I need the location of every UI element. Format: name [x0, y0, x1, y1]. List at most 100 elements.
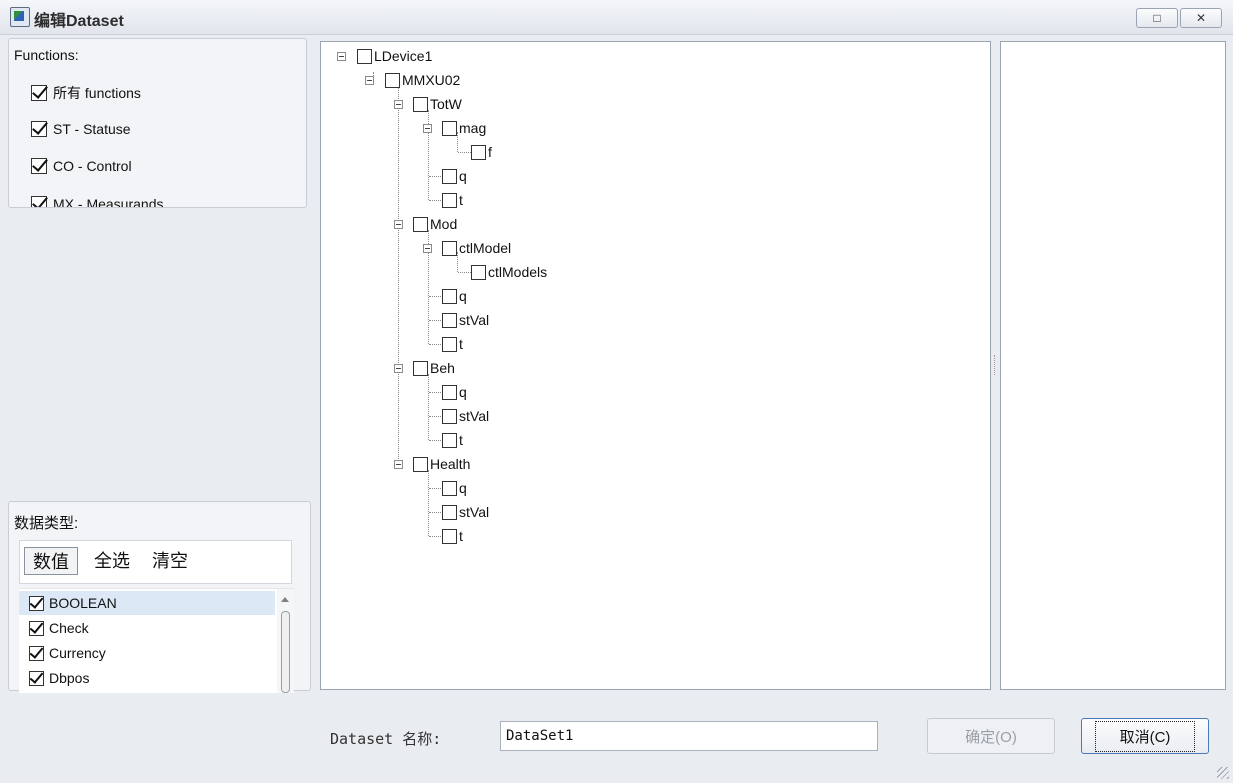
- functions-title: Functions:: [14, 47, 79, 63]
- function-mx-checkbox[interactable]: MX - Measurands: [31, 196, 164, 208]
- selected-items-panel[interactable]: [1000, 41, 1226, 690]
- checkbox-icon[interactable]: [442, 408, 457, 424]
- checkbox-icon[interactable]: [29, 670, 44, 686]
- dataset-name-input[interactable]: DataSet1: [500, 721, 878, 751]
- checkbox-icon[interactable]: [442, 384, 457, 400]
- tree-line: [429, 200, 441, 201]
- node-label: TotW: [430, 96, 462, 112]
- tree-node-mmxu02[interactable]: MMXU02: [385, 71, 460, 89]
- tree-node-ctlmodels[interactable]: ctlModels: [471, 263, 547, 281]
- scroll-thumb[interactable]: [281, 611, 290, 693]
- collapse-icon[interactable]: [423, 244, 432, 253]
- node-label: t: [459, 192, 463, 208]
- checkbox-icon[interactable]: [471, 144, 486, 160]
- tree-node-t[interactable]: t: [442, 431, 463, 449]
- tree-node-q[interactable]: q: [442, 479, 467, 497]
- checkbox-icon[interactable]: [31, 158, 47, 174]
- checkbox-icon[interactable]: [29, 645, 44, 661]
- tree-node-ctlmodel[interactable]: ctlModel: [442, 239, 511, 257]
- tree-node-beh[interactable]: Beh: [413, 359, 455, 377]
- splitter-handle[interactable]: [994, 355, 997, 375]
- list-item[interactable]: Check: [19, 616, 275, 640]
- tree-node-t[interactable]: t: [442, 335, 463, 353]
- close-button[interactable]: ✕: [1180, 8, 1222, 28]
- list-item[interactable]: Dbpos: [19, 666, 275, 690]
- tab-clear[interactable]: 清空: [148, 547, 192, 575]
- collapse-icon[interactable]: [365, 76, 374, 85]
- checkbox-icon[interactable]: [442, 192, 457, 208]
- collapse-icon[interactable]: [394, 220, 403, 229]
- tree-node-totw[interactable]: TotW: [413, 95, 462, 113]
- collapse-icon[interactable]: [394, 460, 403, 469]
- tree-node-t[interactable]: t: [442, 191, 463, 209]
- checkbox-icon[interactable]: [413, 360, 428, 376]
- checkbox-icon[interactable]: [442, 504, 457, 520]
- tree-line: [429, 440, 441, 441]
- function-st-checkbox[interactable]: ST - Statuse: [31, 121, 131, 137]
- scroll-up-arrow-icon[interactable]: [281, 597, 289, 602]
- collapse-icon[interactable]: [394, 100, 403, 109]
- checkbox-icon[interactable]: [29, 595, 44, 611]
- checkbox-icon[interactable]: [31, 85, 47, 101]
- tree-line: [429, 344, 441, 345]
- tab-select-all[interactable]: 全选: [90, 547, 134, 575]
- tree-node-mod[interactable]: Mod: [413, 215, 457, 233]
- list-item[interactable]: Currency: [19, 641, 275, 665]
- checkbox-icon[interactable]: [442, 480, 457, 496]
- tree-node-ldevice1[interactable]: LDevice1: [357, 47, 432, 65]
- node-label: t: [459, 432, 463, 448]
- item-label: BOOLEAN: [49, 595, 117, 611]
- list-item[interactable]: BOOLEAN: [19, 591, 275, 615]
- checkbox-icon[interactable]: [357, 48, 372, 64]
- checkbox-icon[interactable]: [413, 96, 428, 112]
- checkbox-icon[interactable]: [442, 288, 457, 304]
- tree-node-stval[interactable]: stVal: [442, 311, 489, 329]
- restore-button[interactable]: □: [1136, 8, 1178, 28]
- cancel-button[interactable]: 取消(C): [1081, 718, 1209, 754]
- checkbox-icon[interactable]: [29, 620, 44, 636]
- dataset-tree[interactable]: LDevice1 MMXU02 TotW mag f q t Mod ctlMo…: [320, 41, 991, 690]
- checkbox-icon[interactable]: [442, 432, 457, 448]
- tree-node-mag[interactable]: mag: [442, 119, 486, 137]
- tree-node-q[interactable]: q: [442, 167, 467, 185]
- node-label: MMXU02: [402, 72, 461, 88]
- checkbox-icon[interactable]: [385, 72, 400, 88]
- checkbox-icon[interactable]: [442, 528, 457, 544]
- tree-node-t[interactable]: t: [442, 527, 463, 545]
- ok-button[interactable]: 确定(O): [927, 718, 1055, 754]
- tree-node-stval[interactable]: stVal: [442, 407, 489, 425]
- checkbox-icon[interactable]: [31, 196, 47, 207]
- collapse-icon[interactable]: [337, 52, 346, 61]
- collapse-icon[interactable]: [423, 124, 432, 133]
- checkbox-icon[interactable]: [31, 121, 47, 137]
- datatypes-title: 数据类型:: [14, 515, 79, 532]
- checkbox-icon[interactable]: [442, 312, 457, 328]
- tree-node-f[interactable]: f: [471, 143, 492, 161]
- tree-node-q[interactable]: q: [442, 287, 467, 305]
- item-label: Dbpos: [49, 670, 90, 686]
- checkbox-icon[interactable]: [442, 336, 457, 352]
- node-label: Mod: [430, 216, 458, 232]
- datatype-list: BOOLEAN Check Currency Dbpos: [19, 588, 294, 693]
- dataset-name-label: Dataset 名称:: [330, 730, 442, 748]
- collapse-icon[interactable]: [394, 364, 403, 373]
- list-scrollbar[interactable]: [277, 589, 294, 693]
- checkbox-icon[interactable]: [442, 240, 457, 256]
- tree-node-health[interactable]: Health: [413, 455, 470, 473]
- checkbox-icon[interactable]: [442, 168, 457, 184]
- tree-node-q[interactable]: q: [442, 383, 467, 401]
- tree-node-stval[interactable]: stVal: [442, 503, 489, 521]
- tree-line: [429, 392, 441, 393]
- tree-line: [429, 416, 441, 417]
- node-label: stVal: [459, 312, 490, 328]
- checkbox-icon[interactable]: [413, 456, 428, 472]
- function-co-checkbox[interactable]: CO - Control: [31, 158, 132, 174]
- item-label: Currency: [49, 645, 106, 661]
- resize-grip-icon[interactable]: [1217, 767, 1229, 779]
- function-label: MX - Measurands: [53, 196, 164, 208]
- function-all-checkbox[interactable]: 所有 functions: [31, 83, 141, 103]
- checkbox-icon[interactable]: [442, 120, 457, 136]
- tab-numeric[interactable]: 数值: [24, 547, 78, 575]
- checkbox-icon[interactable]: [471, 264, 486, 280]
- checkbox-icon[interactable]: [413, 216, 428, 232]
